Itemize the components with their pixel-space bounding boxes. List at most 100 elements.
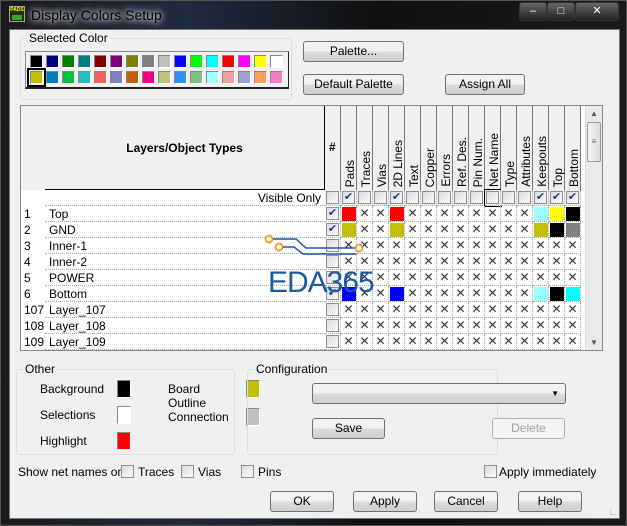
visible-only-checkbox[interactable] [374,191,387,204]
color-cell[interactable]: ✕ [469,286,485,302]
color-cell[interactable]: ✕ [517,238,533,254]
color-cell[interactable]: ✕ [469,238,485,254]
visible-only-checkbox[interactable] [454,191,467,204]
selections-color-swatch[interactable] [117,406,131,424]
column-header[interactable]: Vias [373,106,389,190]
layer-visible-checkbox[interactable] [326,335,339,348]
column-header[interactable]: Pin Num. [469,106,485,190]
layer-name[interactable]: Top [45,206,325,222]
color-cell[interactable]: ✕ [421,334,437,350]
color-cell[interactable]: ✕ [389,334,405,350]
help-button[interactable]: Help [518,491,582,512]
color-cell[interactable]: ✕ [485,318,501,334]
column-header[interactable]: Pads [341,106,357,190]
color-cell[interactable]: ✕ [485,238,501,254]
color-cell[interactable]: ✕ [373,302,389,318]
visible-only-checkbox[interactable] [438,191,451,204]
color-cell[interactable]: ✕ [501,318,517,334]
cancel-button[interactable]: Cancel [434,491,498,512]
color-cell[interactable]: ✕ [453,206,469,222]
palette-color-swatch[interactable] [126,55,139,68]
color-cell[interactable]: ✕ [453,318,469,334]
palette-color-swatch[interactable] [206,71,219,84]
color-cell[interactable]: ✕ [453,238,469,254]
layer-visible-checkbox[interactable] [326,303,339,316]
maximize-button[interactable]: □ [547,2,575,21]
color-cell[interactable]: ✕ [389,238,405,254]
color-cell[interactable]: ✕ [565,238,581,254]
color-cell[interactable]: ✕ [437,286,453,302]
color-cell[interactable]: ✕ [437,238,453,254]
column-header[interactable]: Traces [357,106,373,190]
palette-color-swatch[interactable] [142,71,155,84]
color-cell[interactable] [565,206,581,222]
color-cell[interactable]: ✕ [517,254,533,270]
color-cell[interactable]: ✕ [549,334,565,350]
color-cell[interactable]: ✕ [501,334,517,350]
palette-color-swatch[interactable] [174,55,187,68]
scroll-thumb[interactable]: ≡ [587,122,601,162]
color-cell[interactable]: ✕ [533,238,549,254]
palette-color-swatch[interactable] [270,55,283,68]
column-header[interactable]: 2D Lines [389,106,405,190]
vias-checkbox[interactable] [181,465,194,478]
color-cell[interactable]: ✕ [405,334,421,350]
color-cell[interactable]: ✕ [453,302,469,318]
color-cell[interactable]: ✕ [437,302,453,318]
color-cell[interactable]: ✕ [485,206,501,222]
color-cell[interactable]: ✕ [517,318,533,334]
color-cell[interactable]: ✕ [405,286,421,302]
delete-button[interactable]: Delete [492,418,565,439]
palette-color-swatch[interactable] [254,71,267,84]
color-cell[interactable]: ✕ [437,334,453,350]
palette-button[interactable]: Palette... [303,41,404,62]
visible-only-checkbox[interactable]: ✔ [390,191,403,204]
color-cell[interactable]: ✕ [501,302,517,318]
color-cell[interactable]: ✕ [421,302,437,318]
palette-color-swatch[interactable] [190,55,203,68]
background-color-swatch[interactable] [117,380,131,398]
color-cell[interactable]: ✕ [469,318,485,334]
color-cell[interactable]: ✕ [533,318,549,334]
configuration-dropdown[interactable]: ▼ [312,383,566,404]
column-header[interactable]: Type [501,106,517,190]
color-cell[interactable]: ✕ [501,206,517,222]
color-cell[interactable] [533,222,549,238]
column-header[interactable]: Text [405,106,421,190]
color-cell[interactable] [549,206,565,222]
layer-name[interactable]: Layer_108 [45,318,325,334]
traces-checkbox[interactable] [121,465,134,478]
color-cell[interactable] [389,286,405,302]
color-cell[interactable]: ✕ [485,222,501,238]
color-cell[interactable]: ✕ [405,318,421,334]
palette-color-swatch[interactable] [27,68,46,87]
layer-name[interactable]: Layer_107 [45,302,325,318]
color-cell[interactable]: ✕ [469,302,485,318]
close-button[interactable]: ✕ [575,2,619,21]
palette-color-swatch[interactable] [46,71,59,84]
color-cell[interactable] [549,222,565,238]
color-cell[interactable]: ✕ [517,222,533,238]
column-header[interactable]: # [325,106,341,190]
color-cell[interactable]: ✕ [437,254,453,270]
column-header[interactable]: Net Name [485,106,501,190]
visible-only-checkbox[interactable]: ✔ [566,191,579,204]
visible-only-checkbox[interactable]: ✔ [534,191,547,204]
visible-only-checkbox[interactable] [518,191,531,204]
color-cell[interactable] [549,286,565,302]
palette-color-swatch[interactable] [46,55,59,68]
palette-color-swatch[interactable] [142,55,155,68]
palette-color-swatch[interactable] [110,71,123,84]
palette-color-swatch[interactable] [222,55,235,68]
palette-color-swatch[interactable] [158,71,171,84]
color-cell[interactable]: ✕ [405,270,421,286]
scroll-up-icon[interactable]: ▲ [590,109,598,118]
color-cell[interactable]: ✕ [357,302,373,318]
color-cell[interactable]: ✕ [421,206,437,222]
save-button[interactable]: Save [312,418,385,439]
default-palette-button[interactable]: Default Palette [303,74,404,95]
scroll-down-icon[interactable]: ▼ [590,338,598,347]
palette-color-swatch[interactable] [78,55,91,68]
color-cell[interactable]: ✕ [469,206,485,222]
color-cell[interactable]: ✕ [405,238,421,254]
